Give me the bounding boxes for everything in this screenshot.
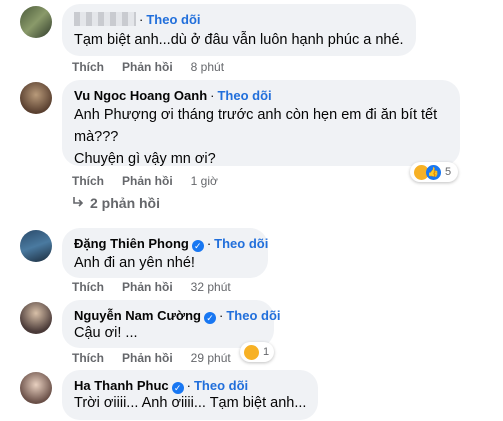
- reaction-count: 5: [445, 166, 452, 178]
- commenter-name[interactable]: Đặng Thiên Phong: [74, 236, 189, 251]
- hidden-name: [74, 12, 136, 26]
- like-button[interactable]: Thích: [72, 351, 104, 365]
- commenter-name[interactable]: Nguyễn Nam Cường: [74, 308, 201, 323]
- avatar[interactable]: [20, 6, 52, 38]
- reply-button[interactable]: Phản hồi: [122, 351, 173, 365]
- reply-button[interactable]: Phản hồi: [122, 280, 173, 294]
- verified-badge-icon: ✓: [204, 312, 216, 324]
- comment-bubble: Ha Thanh Phuc ✓ · Theo dõi Trời ơiiii... An…: [62, 370, 318, 420]
- comment-text: Trời ơiiii... Anh ơiiii... Tạm biệt anh.…: [74, 395, 307, 411]
- timestamp[interactable]: 1 giờ: [191, 174, 218, 188]
- comment-bubble: Đặng Thiên Phong ✓ · Theo dõi Anh đi an yên…: [62, 228, 268, 278]
- reactions-badge[interactable]: 👍 5: [410, 162, 458, 182]
- avatar[interactable]: [20, 372, 52, 404]
- comment-actions: Thích Phản hồi 8 phút: [72, 60, 224, 74]
- like-icon: 👍: [426, 164, 441, 180]
- follow-link[interactable]: Theo dõi: [194, 378, 248, 393]
- comment-text: Anh đi an yên nhé!: [74, 255, 195, 271]
- view-replies-link[interactable]: 2 phản hồi: [72, 195, 160, 211]
- follow-link[interactable]: Theo dõi: [226, 308, 280, 323]
- reactions-badge[interactable]: 1: [240, 342, 274, 362]
- like-button[interactable]: Thích: [72, 280, 104, 294]
- comment-bubble: · Theo dõi Tạm biệt anh...dù ở đâu vẫn lu…: [62, 4, 416, 56]
- commenter-name[interactable]: Vu Ngoc Hoang Oanh: [74, 88, 207, 103]
- comment-actions: Thích Phản hồi 1 giờ: [72, 174, 218, 188]
- follow-link[interactable]: Theo dõi: [214, 236, 268, 251]
- reply-button[interactable]: Phản hồi: [122, 60, 173, 74]
- comment-actions: Thích Phản hồi 32 phút: [72, 280, 231, 294]
- avatar[interactable]: [20, 230, 52, 262]
- comment-text: Cậu ơi! ...: [74, 325, 138, 341]
- reply-button[interactable]: Phản hồi: [122, 174, 173, 188]
- avatar[interactable]: [20, 82, 52, 114]
- reply-arrow-icon: [72, 195, 84, 211]
- comment-bubble: Vu Ngoc Hoang Oanh · Theo dõi Anh Phượng ơ…: [62, 80, 460, 167]
- verified-badge-icon: ✓: [191, 240, 204, 252]
- comment-header: Đặng Thiên Phong ✓ · Theo dõi: [74, 236, 269, 252]
- like-button[interactable]: Thích: [72, 174, 104, 188]
- comment-actions: Thích Phản hồi 29 phút: [72, 351, 231, 365]
- reaction-count: 1: [263, 346, 270, 358]
- comment-header: · Theo dõi: [74, 12, 201, 27]
- avatar[interactable]: [20, 302, 52, 334]
- comment-text: Tạm biệt anh...dù ở đâu vẫn luôn hạnh ph…: [74, 32, 404, 48]
- timestamp[interactable]: 32 phút: [191, 280, 231, 294]
- timestamp[interactable]: 8 phút: [191, 60, 224, 74]
- comment-bubble: Nguyễn Nam Cường ✓ · Theo dõi Cậu ơi! ...: [62, 300, 281, 348]
- timestamp[interactable]: 29 phút: [191, 351, 231, 365]
- like-button[interactable]: Thích: [72, 60, 104, 74]
- commenter-name[interactable]: Ha Thanh Phuc: [74, 378, 169, 393]
- comment-text: Anh Phượng ơi tháng trước anh còn hẹn em…: [74, 107, 438, 167]
- comment-header: Vu Ngoc Hoang Oanh · Theo dõi: [74, 88, 272, 103]
- follow-link[interactable]: Theo dõi: [217, 88, 271, 103]
- sad-emoji-icon: [244, 344, 259, 360]
- replies-label: 2 phản hồi: [90, 195, 160, 211]
- follow-link[interactable]: Theo dõi: [146, 12, 200, 27]
